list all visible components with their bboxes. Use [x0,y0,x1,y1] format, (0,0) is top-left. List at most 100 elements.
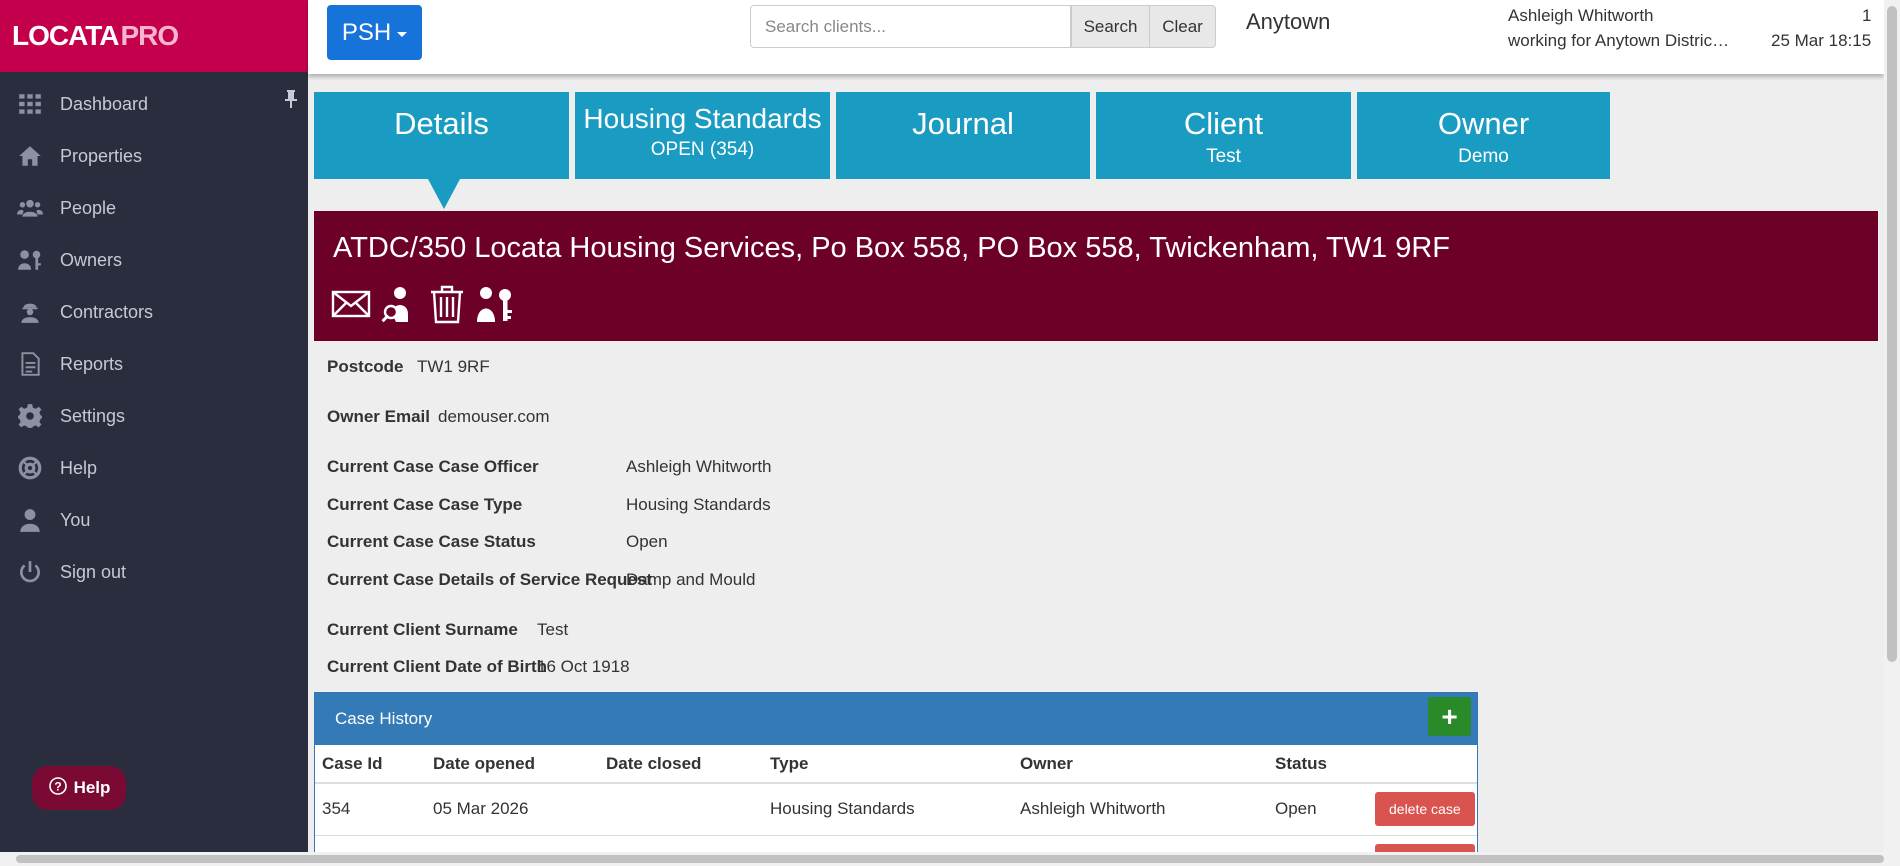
service-request-value: Damp and Mould [626,570,756,589]
vertical-scrollbar[interactable] [1884,0,1900,852]
column-header[interactable]: Type [763,745,1013,784]
gear-icon [0,403,60,429]
client-dob-label: Current Client Date of Birth [327,657,548,676]
sidebar-item-properties[interactable]: Properties [0,130,308,182]
case-history-table: Case Id Date opened Date closed Type Own… [315,745,1477,865]
locata-pro-logo[interactable]: LOCATA PRO [0,0,308,72]
date-opened-cell: 05 Mar 2026 [426,783,599,836]
help-button-label: Help [73,778,111,797]
tab-subtitle: Demo [1458,146,1509,167]
current-datetime: 25 Mar 18:15 [1771,31,1872,50]
sidebar-item-label: People [60,197,117,218]
horizontal-scrollbar-thumb[interactable] [16,855,1884,863]
case-type-label: Current Case Case Type [327,495,523,514]
tab-housing-standards[interactable]: Housing Standards OPEN (354) [575,92,830,179]
status-cell: Open [1268,783,1368,836]
case-status-value: Open [626,532,668,551]
sidebar-item-help[interactable]: Help [0,442,308,494]
power-icon [0,559,60,585]
sidebar-item-sign-out[interactable]: Sign out [0,546,308,598]
actions-cell: delete case [1368,783,1477,836]
trash-icon[interactable] [427,284,467,324]
help-circle-icon: ? [48,776,68,801]
case-history-panel: Case History + Case Id Date opened Date … [314,692,1478,866]
owner-email-value[interactable]: demouser.com [438,407,550,427]
caret-down-icon [397,31,408,37]
add-case-button[interactable]: + [1428,697,1471,736]
column-header[interactable]: Status [1268,745,1368,784]
delete-case-button[interactable]: delete case [1375,792,1475,827]
envelope-icon[interactable] [331,284,371,324]
sidebar-item-label: Reports [60,353,124,374]
people-icon [0,195,60,221]
vertical-scrollbar-thumb[interactable] [1887,6,1897,662]
tab-title: Client [1183,106,1264,141]
sidebar-item-people[interactable]: People [0,182,308,234]
owner-cell: Ashleigh Whitworth [1013,783,1268,836]
case-officer-value: Ashleigh Whitworth [626,457,772,476]
sidebar-item-label: Owners [60,249,123,270]
top-bar: PSH Search Clear Anytown Ashleigh Whitwo… [308,0,1884,74]
search-button[interactable]: Search [1071,5,1150,48]
sidebar-item-settings[interactable]: Settings [0,390,308,442]
case-status-label: Current Case Case Status [327,532,536,551]
svg-text:?: ? [54,779,61,793]
search-clients-input[interactable] [750,5,1071,48]
inspector-icon[interactable] [379,284,419,324]
user-organisation: working for Anytown District Council [1508,31,1730,50]
postcode-value: TW1 9RF [417,357,490,376]
case-type-value: Housing Standards [626,495,771,514]
clear-button[interactable]: Clear [1149,5,1216,48]
column-header[interactable]: Date closed [599,745,763,784]
sidebar-item-dashboard[interactable]: Dashboard [0,78,308,130]
user-name[interactable]: Ashleigh Whitworth [1508,6,1654,26]
tab-subtitle: OPEN (354) [650,139,755,160]
service-request-label: Current Case Details of Service Request [327,570,653,589]
sidebar-item-label: Settings [60,405,126,426]
column-header[interactable]: Date opened [426,745,599,784]
table-row[interactable]: 354 05 Mar 2026 Housing Standards Ashlei… [315,783,1477,836]
property-address-title: ATDC/350 Locata Housing Services, Po Box… [333,232,1451,264]
actions-column-header [1368,745,1477,784]
banner-actions [331,284,515,324]
postcode-label: Postcode [327,357,404,376]
org-dropdown-button[interactable]: PSH [327,5,422,60]
sidebar-nav: Dashboard Properties People Owners Contr… [0,78,308,598]
case-history-header: Case History + [315,693,1477,745]
sidebar-item-you[interactable]: You [0,494,308,546]
column-header[interactable]: Owner [1013,745,1268,784]
tab-details[interactable]: Details [314,92,569,209]
pin-icon[interactable] [284,90,298,113]
tab-title: Housing Standards [583,103,822,134]
column-header[interactable]: Case Id [315,745,426,784]
help-button[interactable]: ? Help [32,766,126,810]
case-id-cell: 354 [315,783,426,836]
house-icon [0,143,60,169]
date-closed-cell [599,783,763,836]
sidebar-item-label: Properties [60,145,143,166]
sidebar-item-reports[interactable]: Reports [0,338,308,390]
sidebar-item-contractors[interactable]: Contractors [0,286,308,338]
tab-title: Owner [1437,106,1530,141]
sidebar-item-label: You [60,509,91,530]
sidebar-item-owners[interactable]: Owners [0,234,308,286]
client-dob-value: 16 Oct 1918 [537,657,630,676]
tab-client[interactable]: Client Test [1096,92,1351,179]
town-name: Anytown [1246,9,1331,34]
property-banner: ATDC/350 Locata Housing Services, Po Box… [314,211,1878,341]
org-dropdown-label: PSH [341,18,392,46]
sidebar-item-label: Dashboard [60,93,149,114]
lifebuoy-icon [0,455,60,481]
horizontal-scrollbar[interactable] [0,852,1900,866]
notification-count[interactable]: 1 [1862,6,1871,26]
sidebar-item-label: Sign out [60,561,127,582]
sidebar-item-label: Contractors [60,301,154,322]
tab-journal[interactable]: Journal [836,92,1090,179]
grid-icon [0,91,60,117]
tab-owner[interactable]: Owner Demo [1357,92,1610,179]
type-cell: Housing Standards [763,783,1013,836]
owners-key-icon[interactable] [475,284,515,324]
tab-subtitle: Test [1206,146,1241,167]
tab-title: Details [394,106,489,141]
report-icon [0,351,60,377]
